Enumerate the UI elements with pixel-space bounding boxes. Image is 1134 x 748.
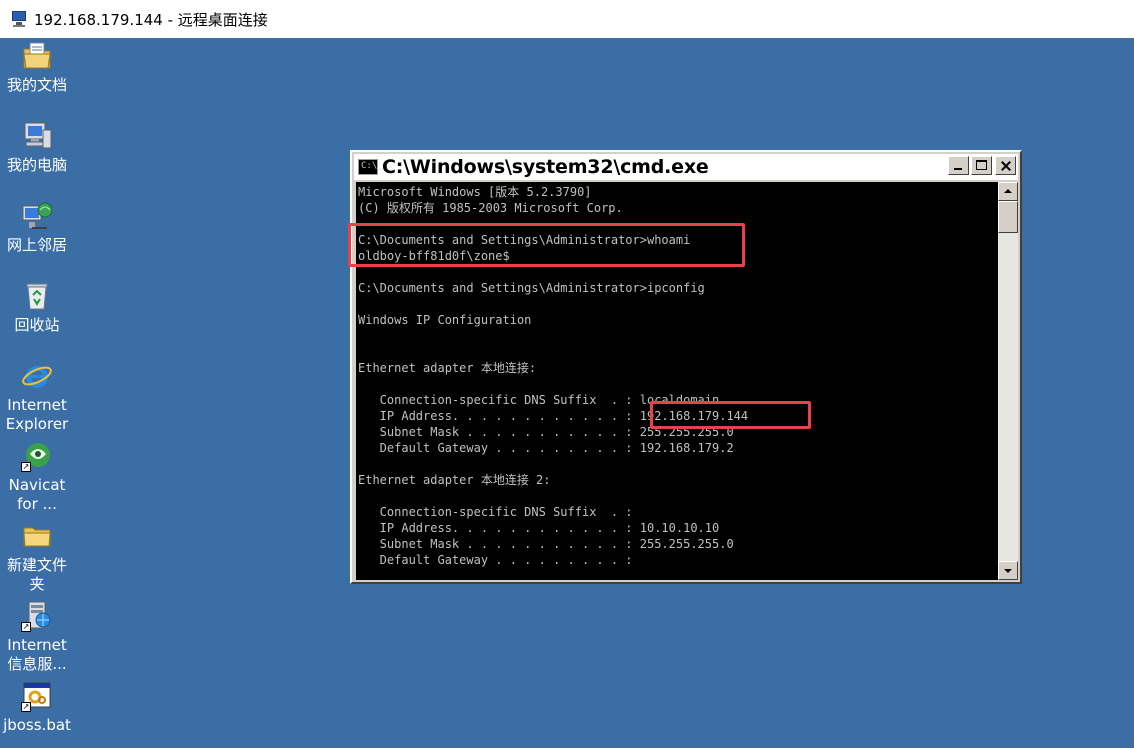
desktop-icon-internet-explorer[interactable]: Internet Explorer (0, 360, 74, 434)
console-line: IP Address. . . . . . . . . . . . : 192.… (358, 409, 749, 423)
desktop-icon-label: Internet 信息服... (7, 636, 67, 673)
console-line: Connection-specific DNS Suffix . : local… (358, 393, 720, 407)
window-controls (946, 156, 1016, 175)
console-line: Windows IP Configuration (358, 313, 532, 327)
desktop-icon-label: 新建文件夹 (6, 556, 67, 593)
cmd-titlebar[interactable]: C:\_ C:\Windows\system32\cmd.exe (354, 154, 1018, 180)
console-line: Microsoft Windows [版本 5.2.3790] (358, 185, 592, 199)
desktop-icon-label: 我的电脑 (6, 156, 67, 174)
maximize-button[interactable] (971, 156, 992, 175)
desktop-icon-jboss-bat[interactable]: ↗ jboss.bat (0, 680, 74, 735)
recycle-bin-icon (21, 280, 53, 312)
desktop-icon-my-computer[interactable]: 我的电脑 (0, 120, 74, 175)
console-line: oldboy-bff81d0f\zone$ (358, 249, 510, 263)
console-line: C:\Documents and Settings\Administrator>… (358, 233, 691, 247)
desktop-icon-new-folder[interactable]: 新建文件夹 (0, 520, 74, 594)
console-line: Default Gateway . . . . . . . . . : 192.… (358, 441, 734, 455)
navicat-icon: ↗ (21, 440, 53, 472)
console-line: Ethernet adapter 本地连接: (358, 361, 537, 375)
desktop-icon-label: 我的文档 (6, 76, 67, 94)
console-icon: C:\_ (358, 159, 383, 175)
rdp-titlebar: 192.168.179.144 - 远程桌面连接 (0, 0, 1134, 38)
internet-explorer-icon (21, 360, 53, 392)
cmd-window[interactable]: C:\_ C:\Windows\system32\cmd.exe Microso… (350, 150, 1022, 584)
desktop-icon-iis[interactable]: ↗ Internet 信息服... (0, 600, 74, 674)
scroll-thumb[interactable] (998, 201, 1018, 233)
my-documents-icon (21, 40, 53, 72)
desktop-icon-label: jboss.bat (3, 716, 71, 734)
vertical-scrollbar[interactable] (998, 182, 1018, 580)
desktop-icon-navicat[interactable]: ↗ Navicat for ... (0, 440, 74, 514)
shortcut-arrow-icon: ↗ (21, 462, 31, 472)
console-line: Subnet Mask . . . . . . . . . . . : 255.… (358, 425, 734, 439)
console-line: IP Address. . . . . . . . . . . . : 10.1… (358, 521, 720, 535)
console-text: Microsoft Windows [版本 5.2.3790] (C) 版权所有 … (356, 182, 998, 568)
console-line: Default Gateway . . . . . . . . . : (358, 553, 633, 567)
shortcut-arrow-icon: ↗ (21, 622, 31, 632)
desktop-icon-recycle-bin[interactable]: 回收站 (0, 280, 74, 335)
remote-desktop-icon (10, 11, 28, 27)
console-line: Connection-specific DNS Suffix . : (358, 505, 633, 519)
batch-file-icon: ↗ (21, 680, 53, 712)
console-line: Ethernet adapter 本地连接 2: (358, 473, 551, 487)
scroll-down-button[interactable] (998, 561, 1018, 580)
my-computer-icon (21, 120, 53, 152)
folder-icon (21, 520, 53, 552)
scroll-up-button[interactable] (998, 182, 1018, 201)
console-line: (C) 版权所有 1985-2003 Microsoft Corp. (358, 201, 623, 215)
close-button[interactable] (995, 156, 1016, 175)
console-line: C:\Documents and Settings\Administrator>… (358, 281, 705, 295)
desktop-icon-network-places[interactable]: 网上邻居 (0, 200, 74, 255)
iis-icon: ↗ (21, 600, 53, 632)
minimize-button[interactable] (948, 156, 969, 175)
desktop-icon-my-documents[interactable]: 我的文档 (0, 40, 74, 95)
cmd-window-title: C:\Windows\system32\cmd.exe (382, 156, 709, 178)
desktop-icon-label: 网上邻居 (6, 236, 67, 254)
network-places-icon (21, 200, 53, 232)
rdp-window-title: 192.168.179.144 - 远程桌面连接 (34, 10, 268, 29)
console-line: Subnet Mask . . . . . . . . . . . : 255.… (358, 537, 734, 551)
desktop-icon-label: Navicat for ... (8, 476, 66, 513)
desktop-icon-label: Internet Explorer (5, 396, 69, 433)
console-output[interactable]: Microsoft Windows [版本 5.2.3790] (C) 版权所有 … (356, 182, 998, 580)
shortcut-arrow-icon: ↗ (21, 702, 31, 712)
desktop-icon-label: 回收站 (14, 316, 60, 334)
